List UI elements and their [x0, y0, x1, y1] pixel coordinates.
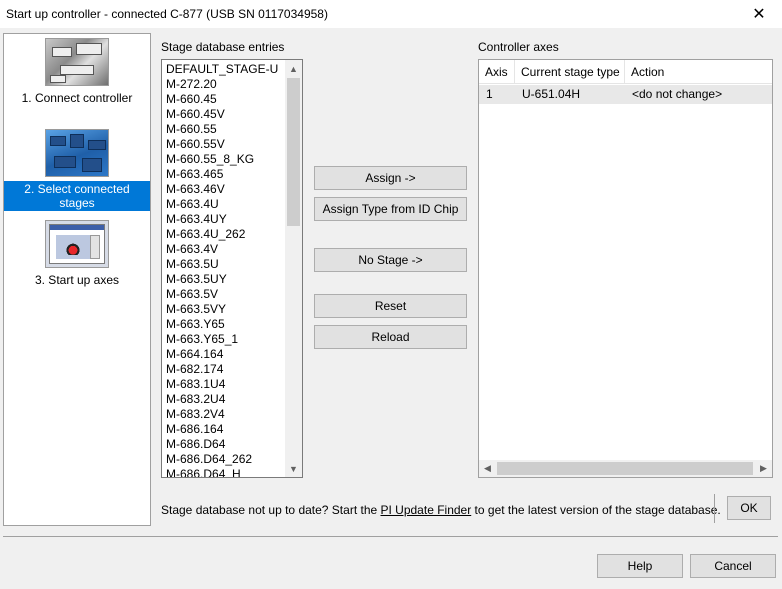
stage-db-list[interactable]: DEFAULT_STAGE-U M-272.20 M-660.45 M-660.45V… [161, 59, 303, 478]
column-header-stage-type[interactable]: Current stage type [515, 60, 625, 84]
ok-button[interactable]: OK [727, 496, 771, 520]
list-item[interactable]: DEFAULT_STAGE-U [166, 62, 284, 77]
help-button[interactable]: Help [597, 554, 683, 578]
list-item[interactable]: M-683.2U4 [166, 392, 284, 407]
scroll-thumb[interactable] [497, 462, 753, 475]
cancel-button[interactable]: Cancel [690, 554, 776, 578]
column-header-axis[interactable]: Axis [479, 60, 515, 84]
pi-update-finder-link[interactable]: PI Update Finder [381, 503, 472, 517]
list-item[interactable]: M-272.20 [166, 77, 284, 92]
scroll-up-icon[interactable]: ▲ [285, 60, 302, 77]
step-select-stages[interactable]: 2. Select connected stages [4, 129, 150, 211]
list-scrollbar[interactable]: ▲ ▼ [285, 60, 302, 477]
step-label: 1. Connect controller [21, 91, 133, 105]
reload-button[interactable]: Reload [314, 325, 467, 349]
list-item[interactable]: M-660.45 [166, 92, 284, 107]
column-header-action[interactable]: Action [625, 60, 772, 84]
list-item[interactable]: M-663.46V [166, 182, 284, 197]
stage-db-label: Stage database entries [161, 40, 285, 54]
list-item[interactable]: M-663.5U [166, 257, 284, 272]
divider [3, 536, 778, 537]
axis-cell: 1 [486, 87, 493, 101]
stage-db-info: Stage database not up to date? Start the… [161, 503, 721, 517]
wizard-steps-panel: 1. Connect controller 2. Select connecte… [3, 33, 151, 526]
axes-plot-icon [45, 220, 109, 268]
title-bar: Start up controller - connected C-877 (U… [0, 0, 782, 28]
list-item[interactable]: M-660.55_8_KG [166, 152, 284, 167]
assign-type-from-id-chip-button[interactable]: Assign Type from ID Chip [314, 197, 467, 221]
list-item[interactable]: M-686.D64 [166, 437, 284, 452]
reset-button[interactable]: Reset [314, 294, 467, 318]
scroll-left-icon[interactable]: ◀ [479, 460, 496, 477]
list-item[interactable]: M-663.4U_262 [166, 227, 284, 242]
list-item[interactable]: M-663.Y65_1 [166, 332, 284, 347]
list-item[interactable]: M-663.Y65 [166, 317, 284, 332]
list-item[interactable]: M-686.D64_H [166, 467, 284, 477]
list-item[interactable]: M-660.45V [166, 107, 284, 122]
action-cell[interactable]: <do not change> [625, 85, 772, 104]
stages-photo-icon [45, 129, 109, 177]
list-item[interactable]: M-683.2V4 [166, 407, 284, 422]
close-icon[interactable]: ✕ [736, 0, 782, 28]
list-item[interactable]: M-663.5V [166, 287, 284, 302]
list-item[interactable]: M-663.4U [166, 197, 284, 212]
list-item[interactable]: M-686.D64_262 [166, 452, 284, 467]
table-header: Axis Current stage type Action [479, 60, 772, 84]
list-item[interactable]: M-660.55V [166, 137, 284, 152]
stage-type-cell: U-651.04H [522, 87, 581, 101]
scroll-thumb[interactable] [287, 78, 300, 226]
table-row[interactable]: 1 U-651.04H <do not change> [479, 85, 772, 104]
list-item[interactable]: M-660.55 [166, 122, 284, 137]
list-item[interactable]: M-663.4V [166, 242, 284, 257]
scroll-right-icon[interactable]: ▶ [755, 460, 772, 477]
list-item[interactable]: M-683.1U4 [166, 377, 284, 392]
list-item[interactable]: M-682.174 [166, 362, 284, 377]
scroll-down-icon[interactable]: ▼ [285, 460, 302, 477]
controller-photo-icon [45, 38, 109, 86]
divider [714, 494, 715, 523]
list-item[interactable]: M-663.4UY [166, 212, 284, 227]
step-start-axes[interactable]: 3. Start up axes [4, 220, 150, 288]
step-connect-controller[interactable]: 1. Connect controller [4, 38, 150, 106]
step-label: 2. Select connected stages [4, 181, 150, 211]
table-scrollbar[interactable]: ◀ ▶ [479, 460, 772, 477]
list-item[interactable]: M-663.465 [166, 167, 284, 182]
controller-axes-table: Axis Current stage type Action 1 U-651.0… [478, 59, 773, 478]
window-title: Start up controller - connected C-877 (U… [6, 7, 328, 21]
list-item[interactable]: M-663.5UY [166, 272, 284, 287]
list-item[interactable]: M-686.164 [166, 422, 284, 437]
assign-button[interactable]: Assign -> [314, 166, 467, 190]
list-item[interactable]: M-663.5VY [166, 302, 284, 317]
step-label: 3. Start up axes [34, 273, 120, 287]
no-stage-button[interactable]: No Stage -> [314, 248, 467, 272]
controller-axes-label: Controller axes [478, 40, 559, 54]
list-item[interactable]: M-664.164 [166, 347, 284, 362]
